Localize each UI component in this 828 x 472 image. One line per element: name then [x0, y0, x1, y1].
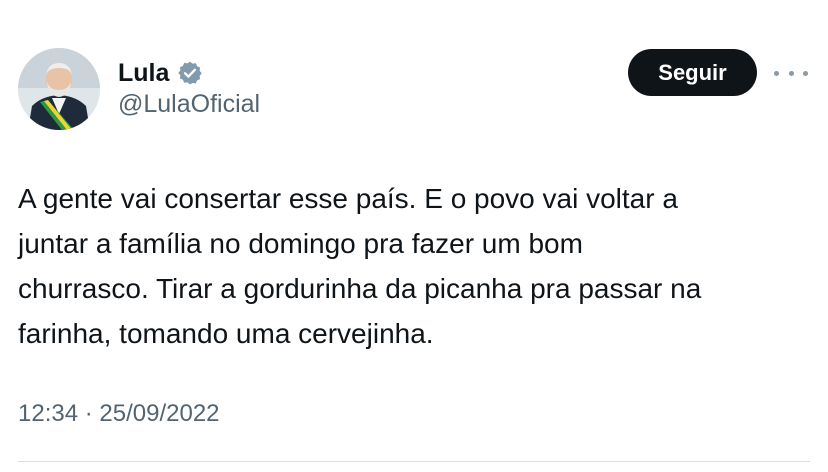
display-name[interactable]: Lula — [118, 59, 169, 88]
tweet-time: 12:34 — [18, 400, 79, 427]
meta-separator: · — [78, 400, 100, 427]
tweet-text-line: juntar a família no domingo pra fazer um… — [18, 228, 583, 259]
divider — [18, 461, 810, 462]
tweet-text-line: churrasco. Tirar a gordurinha da picanha… — [18, 273, 702, 304]
avatar[interactable] — [18, 48, 100, 130]
dot — [774, 70, 779, 76]
tweet-date: 25/09/2022 — [99, 400, 220, 427]
tweet-text-line: farinha, tomando uma cervejinha. — [18, 318, 434, 349]
more-options-icon[interactable] — [774, 62, 808, 84]
author-handle[interactable]: @LulaOficial — [118, 90, 260, 119]
tweet-card: Lula @LulaOficial Seguir A gente vai con… — [0, 0, 828, 472]
verified-badge-icon — [177, 60, 203, 86]
tweet-text: A gente vai consertar esse país. E o pov… — [18, 176, 810, 356]
follow-button[interactable]: Seguir — [628, 49, 757, 96]
tweet-timestamp[interactable]: 12:34 · 25/09/2022 — [18, 400, 220, 428]
tweet-text-line: A gente vai consertar esse país. E o pov… — [18, 183, 678, 214]
author-name-row: Lula — [118, 56, 203, 90]
dot — [788, 70, 794, 76]
avatar-image — [18, 48, 100, 130]
dot — [803, 70, 808, 76]
